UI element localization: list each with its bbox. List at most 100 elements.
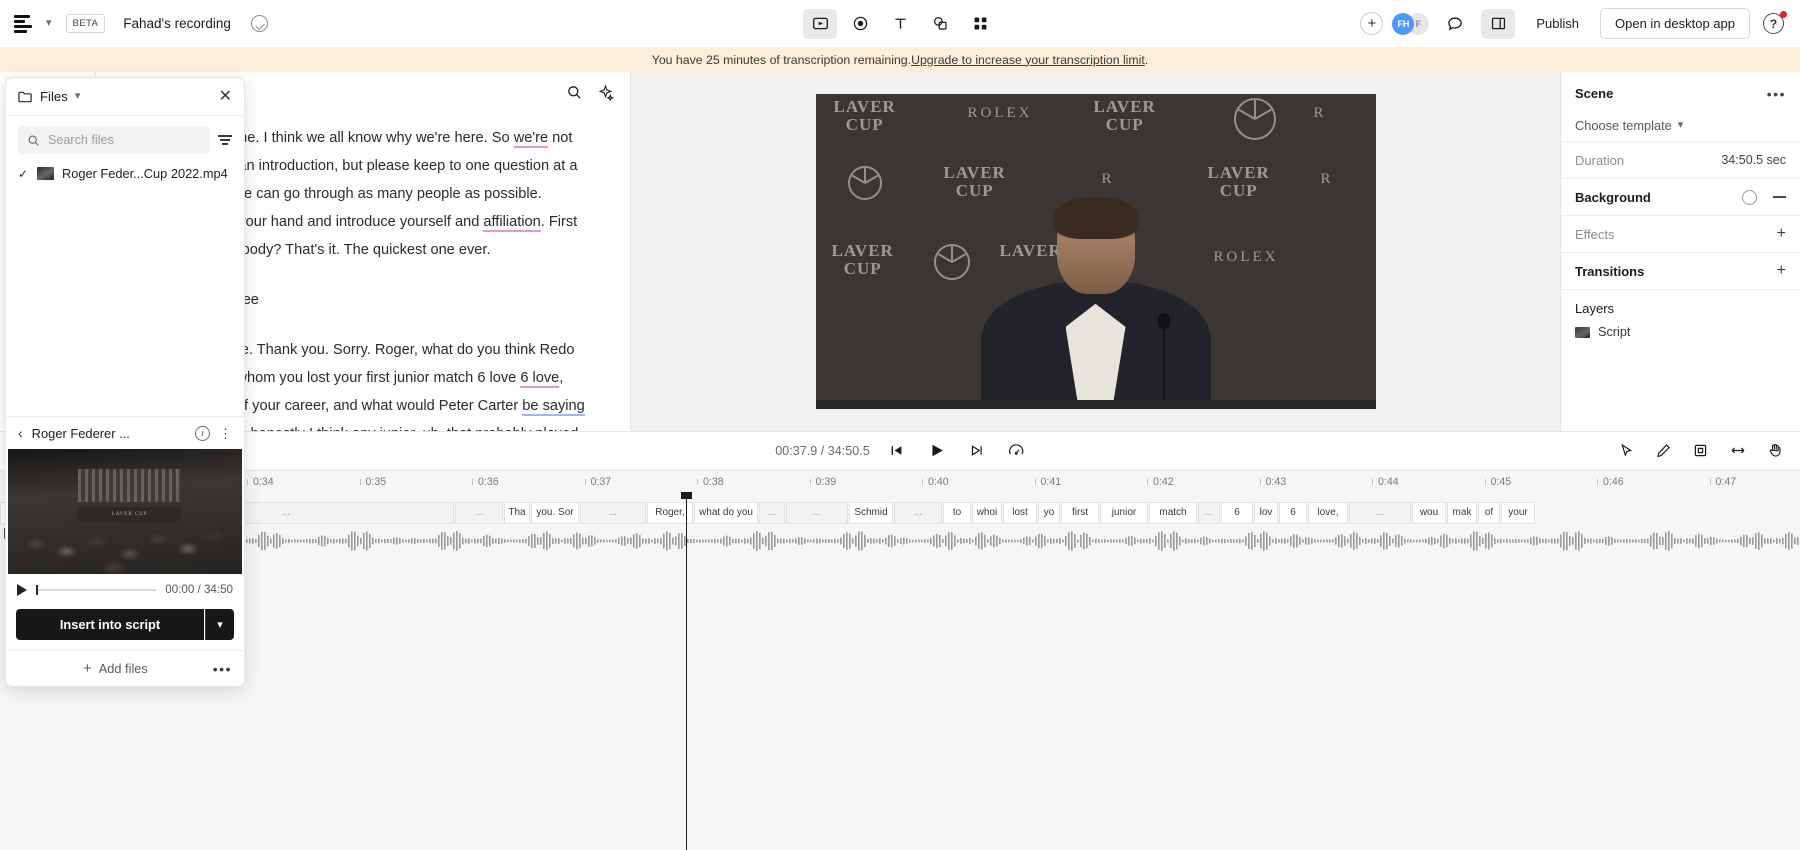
timeline-word-chip[interactable]: ... (1198, 501, 1220, 524)
open-desktop-app-button[interactable]: Open in desktop app (1600, 8, 1750, 39)
timeline-word-chip[interactable]: 6 (1221, 501, 1253, 524)
plus-icon[interactable]: + (1360, 12, 1384, 35)
ruler-tick-label: 0:34 (253, 475, 274, 488)
hand-icon[interactable] (1767, 442, 1784, 459)
close-icon[interactable]: ✕ (219, 88, 232, 105)
timeline-word-chip[interactable]: Tha (504, 501, 530, 524)
search-input[interactable] (48, 133, 201, 147)
publish-button[interactable]: Publish (1524, 10, 1591, 37)
playhead-handle[interactable] (680, 491, 692, 499)
audio-waveform-track[interactable] (0, 527, 1800, 554)
timeline-word-chip[interactable]: yo (1038, 501, 1060, 524)
shapes-icon-button[interactable] (923, 9, 957, 39)
video-preview[interactable]: LAVER CUP ROLEX LAVER CUP R LAVER CUP R LAV… (815, 93, 1376, 409)
info-icon[interactable]: i (195, 425, 210, 441)
timeline-word-chip[interactable]: ... (894, 501, 942, 524)
skip-back-icon[interactable] (888, 442, 905, 459)
duration-row: Duration 34:50.5 sec (1561, 142, 1800, 179)
timeline-word-chip[interactable]: of (1478, 501, 1500, 524)
timeline-word-chip[interactable]: first (1061, 501, 1099, 524)
filter-icon[interactable] (218, 135, 232, 145)
avatar[interactable]: FH (1392, 12, 1415, 35)
scene-options-kebab-icon[interactable]: ••• (1767, 86, 1786, 102)
add-files-label: Add files (98, 661, 148, 676)
scrubber[interactable] (36, 584, 157, 595)
highlight-icon[interactable] (1655, 442, 1672, 459)
effects-row[interactable]: Effects + (1561, 216, 1800, 253)
files-list-spacer (6, 187, 244, 416)
grammar-suggestion[interactable]: be saying (522, 398, 585, 416)
timeline-word-chip[interactable]: wou (1412, 501, 1446, 524)
back-chevron-icon[interactable]: ‹ (18, 425, 23, 441)
plus-icon[interactable]: + (1777, 226, 1786, 242)
search-box[interactable] (18, 126, 210, 154)
color-swatch-icon[interactable] (1742, 189, 1757, 205)
layer-item-script[interactable]: Script (1561, 320, 1800, 344)
timeline-word-chip[interactable]: whoi (972, 501, 1002, 524)
background-row[interactable]: Background (1561, 179, 1800, 216)
chevron-down-icon[interactable]: ▾ (46, 18, 52, 29)
spelling-suggestion[interactable]: affiliation (483, 214, 541, 232)
timeline-word-chip[interactable]: to (943, 501, 971, 524)
skip-forward-icon[interactable] (968, 442, 985, 459)
cursor-icon[interactable] (1618, 442, 1635, 459)
check-circle-icon (250, 15, 268, 32)
ruler-tick: 0:40 (922, 471, 949, 492)
timeline-word-chip[interactable]: what do you (694, 501, 758, 524)
timeline-word-chip[interactable]: lov (1254, 501, 1278, 524)
timeline-word-chip[interactable]: you. Sor (531, 501, 579, 524)
timeline-ruler[interactable]: 0:320:330:340:350:360:370:380:390:400:41… (0, 469, 1800, 492)
timeline-track-area[interactable]: Yes....Nicesee......Thayou. Sor...Roger,… (0, 491, 1800, 850)
add-files-button[interactable]: + Add files (83, 661, 148, 676)
timeline-word-chip[interactable]: ... (455, 501, 503, 524)
speed-icon[interactable] (1007, 442, 1025, 460)
comment-icon[interactable] (1438, 9, 1472, 39)
timeline-word-chip[interactable]: match (1149, 501, 1197, 524)
transitions-row[interactable]: Transitions + (1561, 253, 1800, 290)
timeline-word-chip[interactable]: junior (1100, 501, 1148, 524)
choose-template-row[interactable]: Choose template ▾ (1561, 109, 1800, 142)
timeline-word-chip[interactable]: love, (1308, 501, 1348, 524)
mercedes-logo-icon (1233, 97, 1276, 140)
grid-icon-button[interactable] (963, 9, 997, 39)
plus-icon[interactable]: + (1777, 263, 1786, 279)
resize-icon[interactable] (1729, 442, 1747, 459)
timeline-word-chip[interactable]: your (1501, 501, 1535, 524)
spelling-suggestion[interactable]: 6 love (520, 370, 560, 388)
text-icon-button[interactable] (883, 9, 917, 39)
record-icon-button[interactable] (843, 9, 877, 39)
logo-icon[interactable] (14, 14, 36, 34)
timeline-word-chip[interactable]: ... (1349, 501, 1411, 524)
file-preview-image[interactable]: LAVER CUP (8, 449, 242, 574)
kebab-icon[interactable]: ⋮ (219, 427, 232, 440)
more-options-icon[interactable]: ••• (213, 661, 232, 677)
insert-options-chevron-icon[interactable]: ▾ (205, 609, 234, 640)
inspector-scene-label: Scene (1575, 86, 1614, 101)
word-track[interactable]: Yes....Nicesee......Thayou. Sor...Roger,… (0, 501, 1800, 524)
file-list-item[interactable]: ✓ Roger Feder...Cup 2022.mp4 (6, 160, 244, 187)
chevron-down-icon[interactable]: ▾ (75, 91, 81, 102)
play-icon[interactable] (17, 583, 27, 596)
play-icon[interactable] (927, 441, 946, 460)
insert-into-script-button[interactable]: Insert into script (16, 609, 204, 640)
timeline-word-chip[interactable]: 6 (1279, 501, 1307, 524)
document-title[interactable]: Fahad's recording (123, 16, 231, 31)
timeline-word-chip[interactable]: lost (1003, 501, 1037, 524)
minus-icon[interactable] (1773, 196, 1786, 198)
ruler-tick-label: 0:45 (1490, 475, 1512, 488)
timeline-word-chip[interactable]: ... (786, 501, 848, 524)
timeline-word-chip[interactable]: ... (580, 501, 646, 524)
timeline-word-chip[interactable]: Schmid (849, 501, 893, 524)
media-icon-button[interactable] (803, 8, 837, 39)
spelling-suggestion[interactable]: we're (513, 130, 549, 148)
sparkle-icon[interactable] (597, 84, 614, 101)
timeline-transport: 00:37.9 / 34:50.5 (775, 441, 1025, 460)
playhead[interactable] (680, 491, 692, 850)
upgrade-link[interactable]: Upgrade to increase your transcription l… (911, 53, 1145, 67)
timeline-word-chip[interactable]: ... (759, 501, 785, 524)
search-icon[interactable] (566, 84, 583, 101)
crop-icon[interactable] (1692, 442, 1709, 459)
chevron-down-icon[interactable]: ▾ (1678, 119, 1684, 131)
timeline-word-chip[interactable]: mak (1447, 501, 1477, 524)
panel-icon[interactable] (1481, 8, 1516, 39)
